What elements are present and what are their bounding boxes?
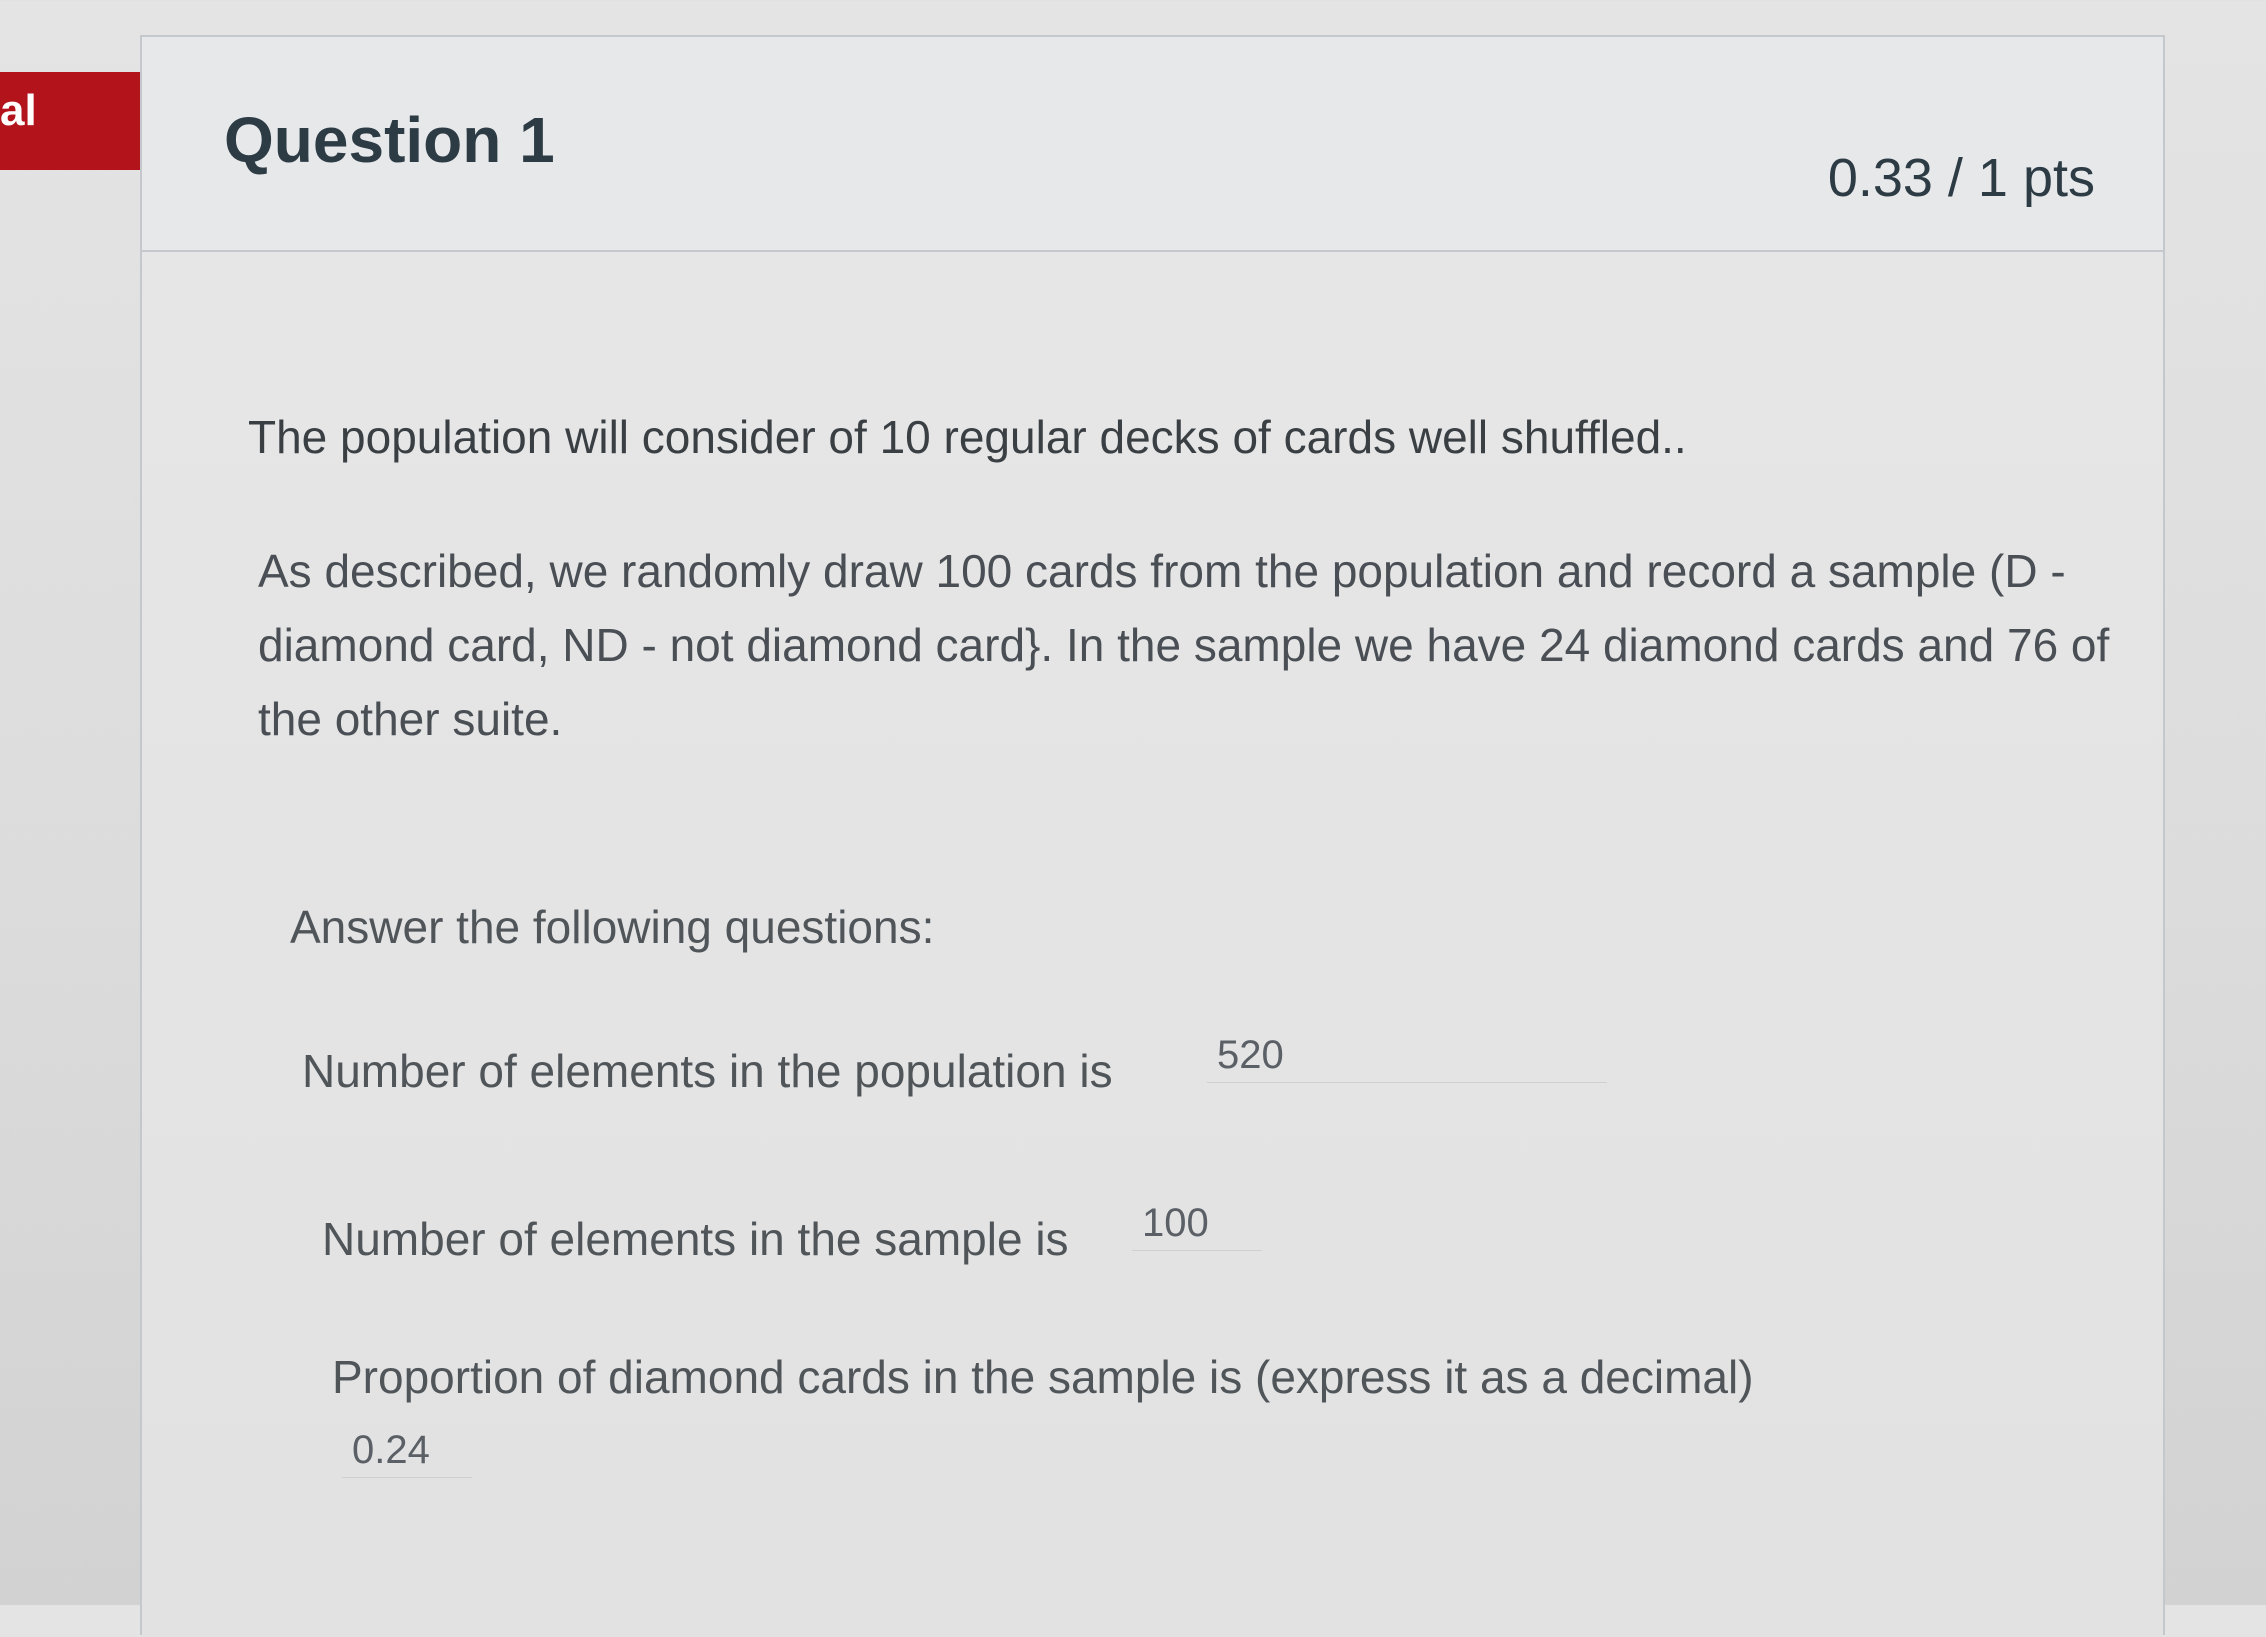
- population-count-label: Number of elements in the population is: [302, 1045, 1113, 1097]
- instructions-text: Answer the following questions:: [290, 901, 935, 953]
- question-text-sample: As described, we randomly draw 100 cards…: [258, 545, 2110, 745]
- question-card: Question 1 0.33 / 1 pts The population w…: [140, 35, 2165, 1637]
- sample-count-answer[interactable]: 100: [1132, 1197, 1262, 1251]
- diamond-proportion-answer[interactable]: 0.24: [342, 1424, 472, 1478]
- population-count-answer[interactable]: 520: [1207, 1029, 1607, 1083]
- question-text-population: The population will consider of 10 regul…: [248, 411, 1687, 463]
- diamond-proportion-label: Proportion of diamond cards in the sampl…: [332, 1351, 1754, 1403]
- points-score: 0.33 / 1 pts: [1827, 148, 2095, 208]
- side-badge-text: al: [0, 86, 37, 135]
- question-body: The population will consider of 10 regul…: [142, 252, 2163, 1637]
- question-header: Question 1 0.33 / 1 pts: [142, 37, 2163, 252]
- question-title: Question 1: [224, 104, 555, 176]
- sample-count-label: Number of elements in the sample is: [322, 1213, 1069, 1265]
